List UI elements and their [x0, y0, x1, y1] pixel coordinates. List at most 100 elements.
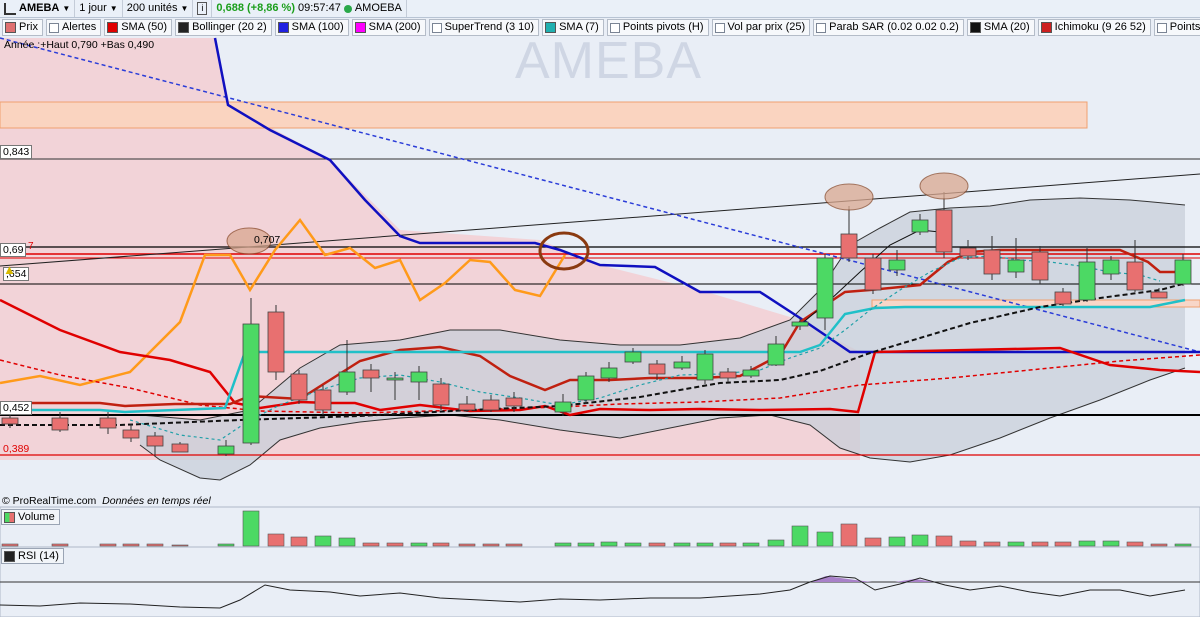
volume-bar	[840, 523, 858, 547]
candle-body	[1054, 291, 1072, 305]
volume-bar	[1054, 541, 1072, 547]
legend-item[interactable]: Points pivots (J)	[1153, 19, 1200, 36]
volume-bar	[267, 533, 285, 547]
volume-bar	[505, 543, 523, 547]
volume-label: Volume	[18, 511, 55, 523]
legend-label: Ichimoku (9 26 52)	[1054, 21, 1146, 33]
rsi-panel-label[interactable]: RSI (14)	[1, 548, 64, 564]
volume-bar	[1174, 543, 1192, 547]
volume-bar	[171, 544, 189, 547]
candle-body	[624, 351, 642, 363]
volume-bar	[1, 543, 19, 547]
volume-bar	[742, 542, 760, 547]
source-label: © ProRealTime.com	[2, 495, 97, 507]
candle-body	[99, 417, 117, 429]
candle-body	[935, 209, 953, 253]
volume-bar	[432, 542, 450, 547]
legend-checkbox[interactable]	[816, 22, 827, 33]
alert-bell-icon[interactable]: ▲	[3, 262, 16, 277]
legend-item[interactable]: SMA (20)	[966, 19, 1035, 36]
legend-item[interactable]: Prix	[2, 19, 43, 36]
volume-bar	[290, 536, 308, 547]
price-label-7: 7	[28, 241, 34, 252]
volume-bar	[1150, 543, 1168, 547]
legend-item[interactable]: Bollinger (20 2)	[175, 19, 272, 36]
volume-panel-label[interactable]: Volume	[1, 509, 60, 525]
legend-label: Alertes	[61, 21, 97, 33]
volume-bar	[362, 542, 380, 547]
year-info: Année :+Haut 0,790 +Bas 0,490	[4, 39, 155, 51]
legend-item[interactable]: SMA (50)	[104, 19, 173, 36]
candle-body	[410, 371, 428, 383]
legend-checkbox[interactable]	[714, 22, 725, 33]
candle-body	[362, 369, 380, 379]
volume-bar	[1126, 541, 1144, 547]
candle-body	[314, 389, 332, 411]
volume-bar	[482, 543, 500, 547]
legend-swatch-icon[interactable]	[5, 22, 16, 33]
legend-swatch-icon[interactable]	[969, 22, 981, 33]
candle-body	[742, 369, 760, 377]
candle-body	[791, 321, 809, 327]
pivot-marker-2	[824, 183, 874, 211]
legend-label: SMA (200)	[368, 21, 421, 33]
candle-body	[864, 257, 882, 291]
legend-item[interactable]: SMA (200)	[351, 19, 426, 36]
legend-label: Prix	[19, 21, 38, 33]
watermark: AMEBA	[515, 32, 703, 90]
volume-bar	[1102, 540, 1120, 547]
volume-bar	[911, 534, 929, 547]
candle-body	[1007, 259, 1025, 273]
legend-checkbox[interactable]	[48, 22, 59, 33]
legend-label: Parab SAR (0.02 0.02 0.2)	[829, 21, 959, 33]
volume-bar	[719, 542, 737, 547]
candle-body	[983, 249, 1001, 275]
candle-body	[959, 247, 977, 257]
volume-bar	[888, 536, 906, 547]
volume-bar	[983, 541, 1001, 547]
price-label-069: 0,69	[0, 243, 27, 257]
legend-checkbox[interactable]	[1156, 22, 1167, 33]
legend-item[interactable]: SMA (100)	[274, 19, 349, 36]
realtime-label: Données en temps réel	[102, 495, 211, 507]
price-chart[interactable]	[0, 0, 1200, 617]
candle-body	[577, 375, 595, 401]
volume-bar	[554, 542, 572, 547]
candle-body	[816, 257, 834, 319]
candle-body	[600, 367, 618, 379]
candle-body	[458, 403, 476, 411]
volume-bar	[386, 542, 404, 547]
price-label-0389: 0,389	[3, 443, 30, 455]
volume-bar	[816, 531, 834, 547]
legend-checkbox[interactable]	[431, 22, 442, 33]
legend-swatch-icon[interactable]	[178, 22, 190, 33]
candle-body	[767, 343, 785, 366]
volume-bar	[600, 541, 618, 547]
legend-swatch-icon[interactable]	[1040, 22, 1052, 33]
candle-body	[1031, 251, 1049, 281]
legend-item[interactable]: Parab SAR (0.02 0.02 0.2)	[813, 19, 964, 36]
legend-swatch-icon[interactable]	[354, 22, 366, 33]
legend-item[interactable]: Ichimoku (9 26 52)	[1037, 19, 1151, 36]
legend-item[interactable]: Alertes	[45, 19, 102, 36]
volume-bar	[1007, 541, 1025, 547]
legend-item[interactable]: Vol par prix (25)	[711, 19, 811, 36]
candle-body	[432, 383, 450, 406]
resistance-zone	[0, 101, 1088, 129]
legend-label: Vol par prix (25)	[727, 21, 806, 33]
annotation-0707: 0,707	[254, 234, 281, 246]
legend-swatch-icon[interactable]	[277, 22, 289, 33]
candle-body	[840, 233, 858, 259]
legend-swatch-icon[interactable]	[107, 22, 119, 33]
volume-bar	[217, 543, 235, 547]
volume-bar	[410, 542, 428, 547]
candle-body	[338, 371, 356, 393]
legend-label: SMA (20)	[983, 21, 1030, 33]
volume-bar	[624, 542, 642, 547]
candle-body	[648, 363, 666, 375]
volume-bar	[959, 540, 977, 547]
candle-body	[888, 259, 906, 271]
volume-bar	[864, 537, 882, 547]
volume-bar	[673, 542, 691, 547]
candle-body	[146, 435, 164, 447]
